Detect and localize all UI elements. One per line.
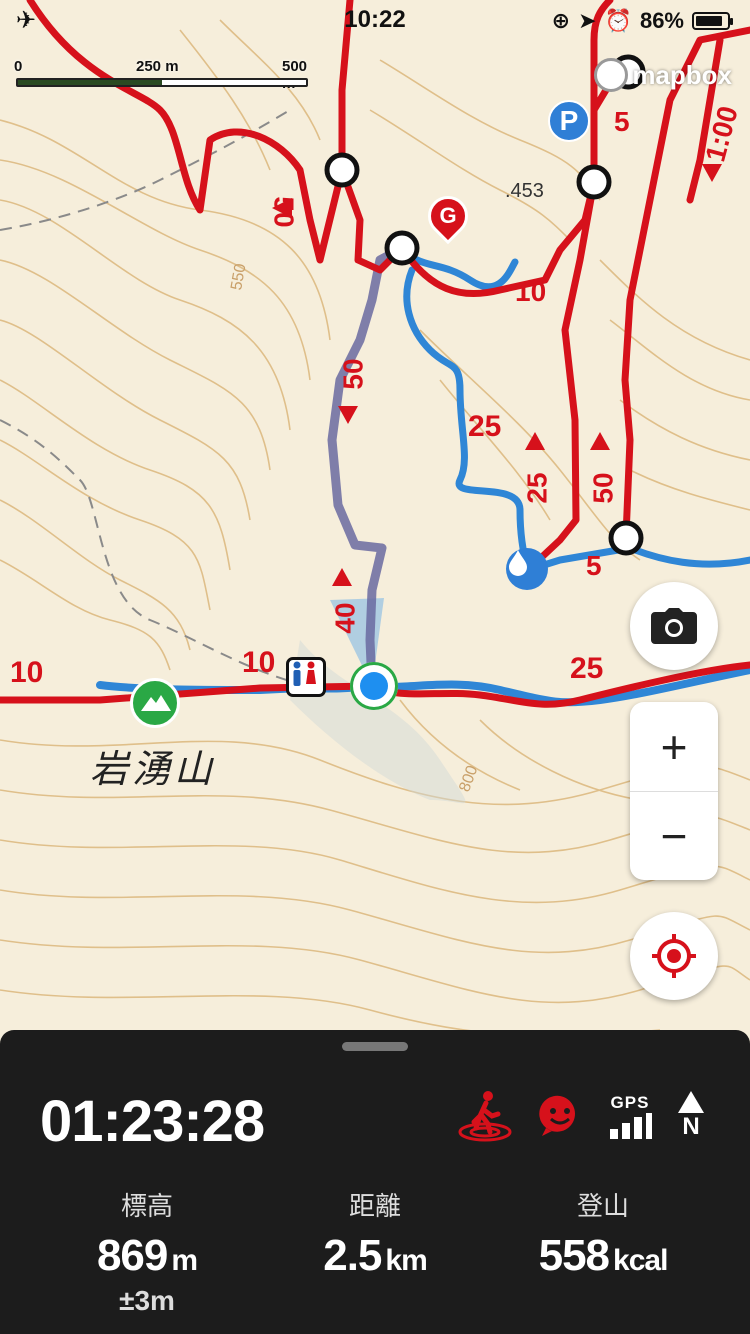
gps-signal: GPS: [608, 1093, 652, 1139]
zoom-out-button[interactable]: −: [630, 791, 718, 880]
walking-status-icon: [458, 1091, 512, 1142]
water-drop-icon: [509, 550, 527, 576]
battery-fill: [696, 16, 722, 26]
route-time-label: 5: [586, 550, 602, 581]
stat-label: 標高: [120, 1191, 173, 1221]
mapbox-logo-text: mapbox: [632, 59, 732, 90]
route-time-label: 50: [268, 196, 300, 228]
route-time-label: 25: [521, 472, 553, 504]
status-bar: ✈ 10:22 ⊕ ➤ ⏰ 86%: [0, 0, 750, 40]
stat-value: 558: [538, 1231, 610, 1280]
stat-unit: kcal: [613, 1244, 668, 1277]
route-time-label: 40: [329, 602, 361, 634]
goal-marker-label: G: [439, 203, 457, 228]
stat-calories: 登山 558 kcal: [478, 1186, 728, 1281]
mapbox-logo-icon: [594, 58, 629, 92]
mapbox-attribution[interactable]: mapbox: [594, 58, 732, 92]
route-time-label: 5: [614, 106, 630, 137]
recenter-button[interactable]: [630, 912, 718, 1000]
scale-label: 250 m: [136, 58, 179, 75]
north-arrow-icon: [678, 1091, 704, 1113]
water-marker[interactable]: [506, 548, 548, 590]
camera-icon: [651, 608, 697, 644]
signal-bars-icon: [610, 1113, 652, 1139]
compass[interactable]: N: [678, 1091, 704, 1141]
route-time-label: 10: [10, 656, 44, 689]
restroom-icon: [293, 661, 316, 686]
parking-marker[interactable]: P: [548, 100, 590, 142]
stat-value: 869: [96, 1231, 168, 1280]
map-view[interactable]: 50 10 50 25 25 50 5 5 40 10 10 25 1:00 .…: [0, 0, 750, 1040]
map-canvas: [0, 0, 750, 1037]
alarm-icon: ⏰: [604, 8, 632, 33]
zoom-controls: + −: [630, 702, 718, 880]
battery-percent: 86%: [639, 8, 684, 33]
stat-value: 2.5: [323, 1231, 382, 1280]
map-scale: 0 250 m 500 m: [14, 58, 314, 92]
scale-bar: [16, 78, 308, 87]
location-dot: [360, 672, 388, 700]
activity-panel: 01:23:28 GPS N 標高 869 m ±3m 距離 2.5 km 登山…: [0, 1030, 750, 1334]
gps-label: GPS: [610, 1093, 650, 1112]
battery-icon: [692, 12, 733, 30]
stat-label: 距離: [348, 1191, 401, 1221]
current-location-marker: [350, 662, 398, 710]
location-services-icon: ➤: [578, 8, 597, 33]
crosshair-icon: [652, 934, 696, 978]
stat-distance: 距離 2.5 km: [250, 1186, 500, 1281]
route-time-label: 10: [515, 276, 547, 307]
orientation-lock-icon: ⊕: [551, 8, 571, 33]
summit-marker[interactable]: [130, 678, 180, 728]
route-time-label: 10: [242, 646, 276, 679]
toilet-marker[interactable]: [286, 657, 326, 697]
spot-height-label: .453: [505, 180, 544, 202]
route-time-label: 25: [468, 410, 502, 443]
route-time-label: 50: [337, 358, 369, 390]
stat-elevation: 標高 869 m ±3m: [22, 1186, 272, 1317]
stat-unit: km: [385, 1244, 427, 1277]
scale-label: 0: [14, 58, 23, 75]
mountain-icon: [141, 695, 171, 711]
elapsed-time: 01:23:28: [40, 1089, 265, 1154]
stat-accuracy: ±3m: [119, 1285, 175, 1316]
route-time-label: 50: [587, 472, 619, 504]
route-time-label: 25: [570, 652, 604, 685]
camera-button[interactable]: [630, 582, 718, 670]
stat-unit: m: [171, 1244, 198, 1277]
zoom-in-button[interactable]: +: [630, 702, 718, 791]
stat-label: 登山: [576, 1191, 629, 1221]
compass-label: N: [682, 1113, 700, 1140]
mountain-name-label: 岩湧山: [90, 749, 217, 791]
companion-status-icon: [539, 1095, 575, 1136]
drag-handle[interactable]: [342, 1042, 408, 1051]
